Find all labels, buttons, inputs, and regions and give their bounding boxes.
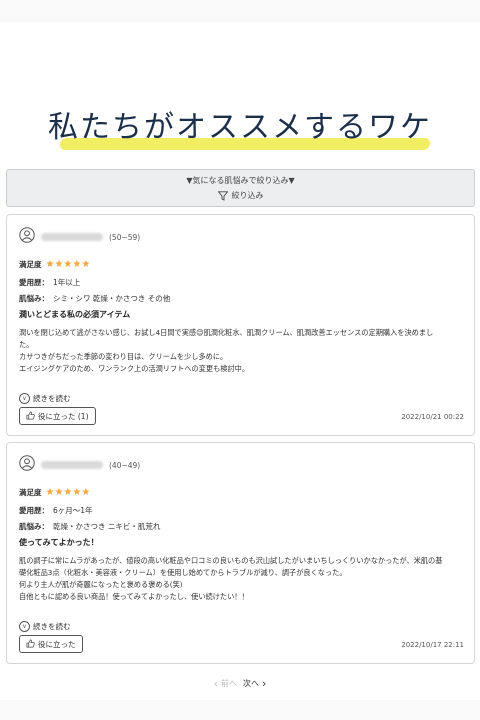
review-body-line: 肌の調子に常にムラがあったが、値段の高い化粧品や口コミの良いものも沢山試したがい… <box>19 556 443 565</box>
user-icon <box>19 455 35 475</box>
usage-label: 愛用歴： <box>19 278 49 287</box>
filter-button-label: 絞り込み <box>231 191 264 200</box>
usage-value: 1年以上 <box>53 278 81 287</box>
read-more-link[interactable]: ∨ 続きを読む <box>19 393 71 404</box>
review-body-line: 潤いを閉じ込めて逃がさない感じ、お試し4日間で実感😊肌潤化粧水、肌潤クリーム、肌… <box>19 328 434 337</box>
review-date: 2022/10/17 22:11 <box>401 641 464 649</box>
usage-row: 愛用歴： 1年以上 <box>19 277 80 288</box>
review-body-line: た。 <box>19 340 34 349</box>
top-fade <box>0 0 480 22</box>
pager-next-label: 次へ <box>243 678 259 688</box>
user-icon <box>19 227 35 247</box>
concerns-row: 肌悩み： 乾燥・かさつき ニキビ・肌荒れ <box>19 521 160 532</box>
review-body: 潤いを閉じ込めて逃がさない感じ、お試し4日間で実感😊肌潤化粧水、肌潤クリーム、肌… <box>19 327 459 375</box>
filter-button[interactable]: 絞り込み <box>7 190 474 202</box>
filter-title: ▼気になる肌悩みで絞り込み▼ <box>186 176 295 185</box>
pager-prev: ‹ 前へ <box>214 678 237 689</box>
reviewer-row: (50~59) <box>19 227 140 247</box>
read-more-link[interactable]: ∨ 続きを読む <box>19 621 71 632</box>
review-card: (40~49) 満足度 ★★★★★ 愛用歴： 6ヶ月～1年 肌悩み： 乾燥・かさ… <box>6 442 475 664</box>
thumbs-up-icon <box>26 411 35 422</box>
satisfaction-row: 満足度 ★★★★★ <box>19 487 90 498</box>
chevron-left-icon: ‹ <box>213 676 218 690</box>
concerns-row: 肌悩み： シミ・シワ 乾燥・かさつき その他 <box>19 293 170 304</box>
pager-prev-label: 前へ <box>221 678 237 688</box>
helpful-button[interactable]: 役に立った <box>19 635 83 653</box>
rating-stars: ★★★★★ <box>45 258 91 270</box>
read-more-label: 続きを読む <box>33 394 71 403</box>
review-body-line: カサつきがちだった季節の変わり目は、クリームを少し多めに。 <box>19 352 228 361</box>
review-date: 2022/10/21 00:22 <box>401 413 464 421</box>
review-body: 肌の調子に常にムラがあったが、値段の高い化粧品や口コミの良いものも沢山試したがい… <box>19 555 459 603</box>
satisfaction-row: 満足度 ★★★★★ <box>19 259 90 270</box>
pager-next[interactable]: 次へ › <box>243 678 266 689</box>
review-body-line: 何より主人が肌が奇麗になったと褒める褒める(笑) <box>19 580 183 589</box>
reviewer-age: (40~49) <box>109 460 141 470</box>
chevron-down-icon: ∨ <box>19 393 30 404</box>
read-more-label: 続きを読む <box>33 622 71 631</box>
review-body-line: 自他ともに認める良い商品！使ってみてよかったし、使い続けたい！！ <box>19 592 249 601</box>
review-body-line: エイジングケアのため、ワンランク上の活潤リフトへの変更も検討中。 <box>19 364 250 373</box>
reviewer-row: (40~49) <box>19 455 140 475</box>
hero-section: 私たちがオススメするワケ <box>0 100 480 156</box>
bottom-fade <box>0 700 480 720</box>
review-title: 使ってみてよかった！ <box>19 538 99 547</box>
reviewer-name-blurred <box>41 461 103 469</box>
reviewer-age: (50~59) <box>109 232 141 242</box>
usage-label: 愛用歴： <box>19 506 49 515</box>
concerns-value: 乾燥・かさつき ニキビ・肌荒れ <box>53 522 161 531</box>
filter-icon <box>217 191 228 201</box>
pagination: ‹ 前へ 次へ › <box>0 676 480 690</box>
helpful-label: 役に立った <box>38 639 76 649</box>
satisfaction-label: 満足度 <box>19 488 42 497</box>
thumbs-up-icon <box>26 639 35 650</box>
concerns-value: シミ・シワ 乾燥・かさつき その他 <box>53 294 171 303</box>
review-card: (50~59) 満足度 ★★★★★ 愛用歴： 1年以上 肌悩み： シミ・シワ 乾… <box>6 214 475 436</box>
chevron-right-icon: › <box>262 676 267 690</box>
rating-stars: ★★★★★ <box>45 486 91 498</box>
usage-row: 愛用歴： 6ヶ月～1年 <box>19 505 93 516</box>
review-body-line: 礎化粧品3点（化粧水・美容液・クリーム）を使用し始めてからトラブルが減り、調子が… <box>19 568 347 577</box>
helpful-label: 役に立った (1) <box>38 411 89 421</box>
filter-box[interactable]: ▼気になる肌悩みで絞り込み▼ 絞り込み <box>6 169 475 207</box>
reviewer-name-blurred <box>41 233 103 241</box>
satisfaction-label: 満足度 <box>19 260 42 269</box>
concerns-label: 肌悩み： <box>19 294 49 303</box>
page: 私たちがオススメするワケ ▼気になる肌悩みで絞り込み▼ 絞り込み (50~59)… <box>0 0 480 720</box>
helpful-button[interactable]: 役に立った (1) <box>19 407 96 425</box>
usage-value: 6ヶ月～1年 <box>53 506 93 515</box>
review-title: 潤いとどまる私の必須アイテム <box>19 310 131 319</box>
concerns-label: 肌悩み： <box>19 522 49 531</box>
chevron-down-icon: ∨ <box>19 621 30 632</box>
hero-title: 私たちがオススメするワケ <box>48 110 432 145</box>
